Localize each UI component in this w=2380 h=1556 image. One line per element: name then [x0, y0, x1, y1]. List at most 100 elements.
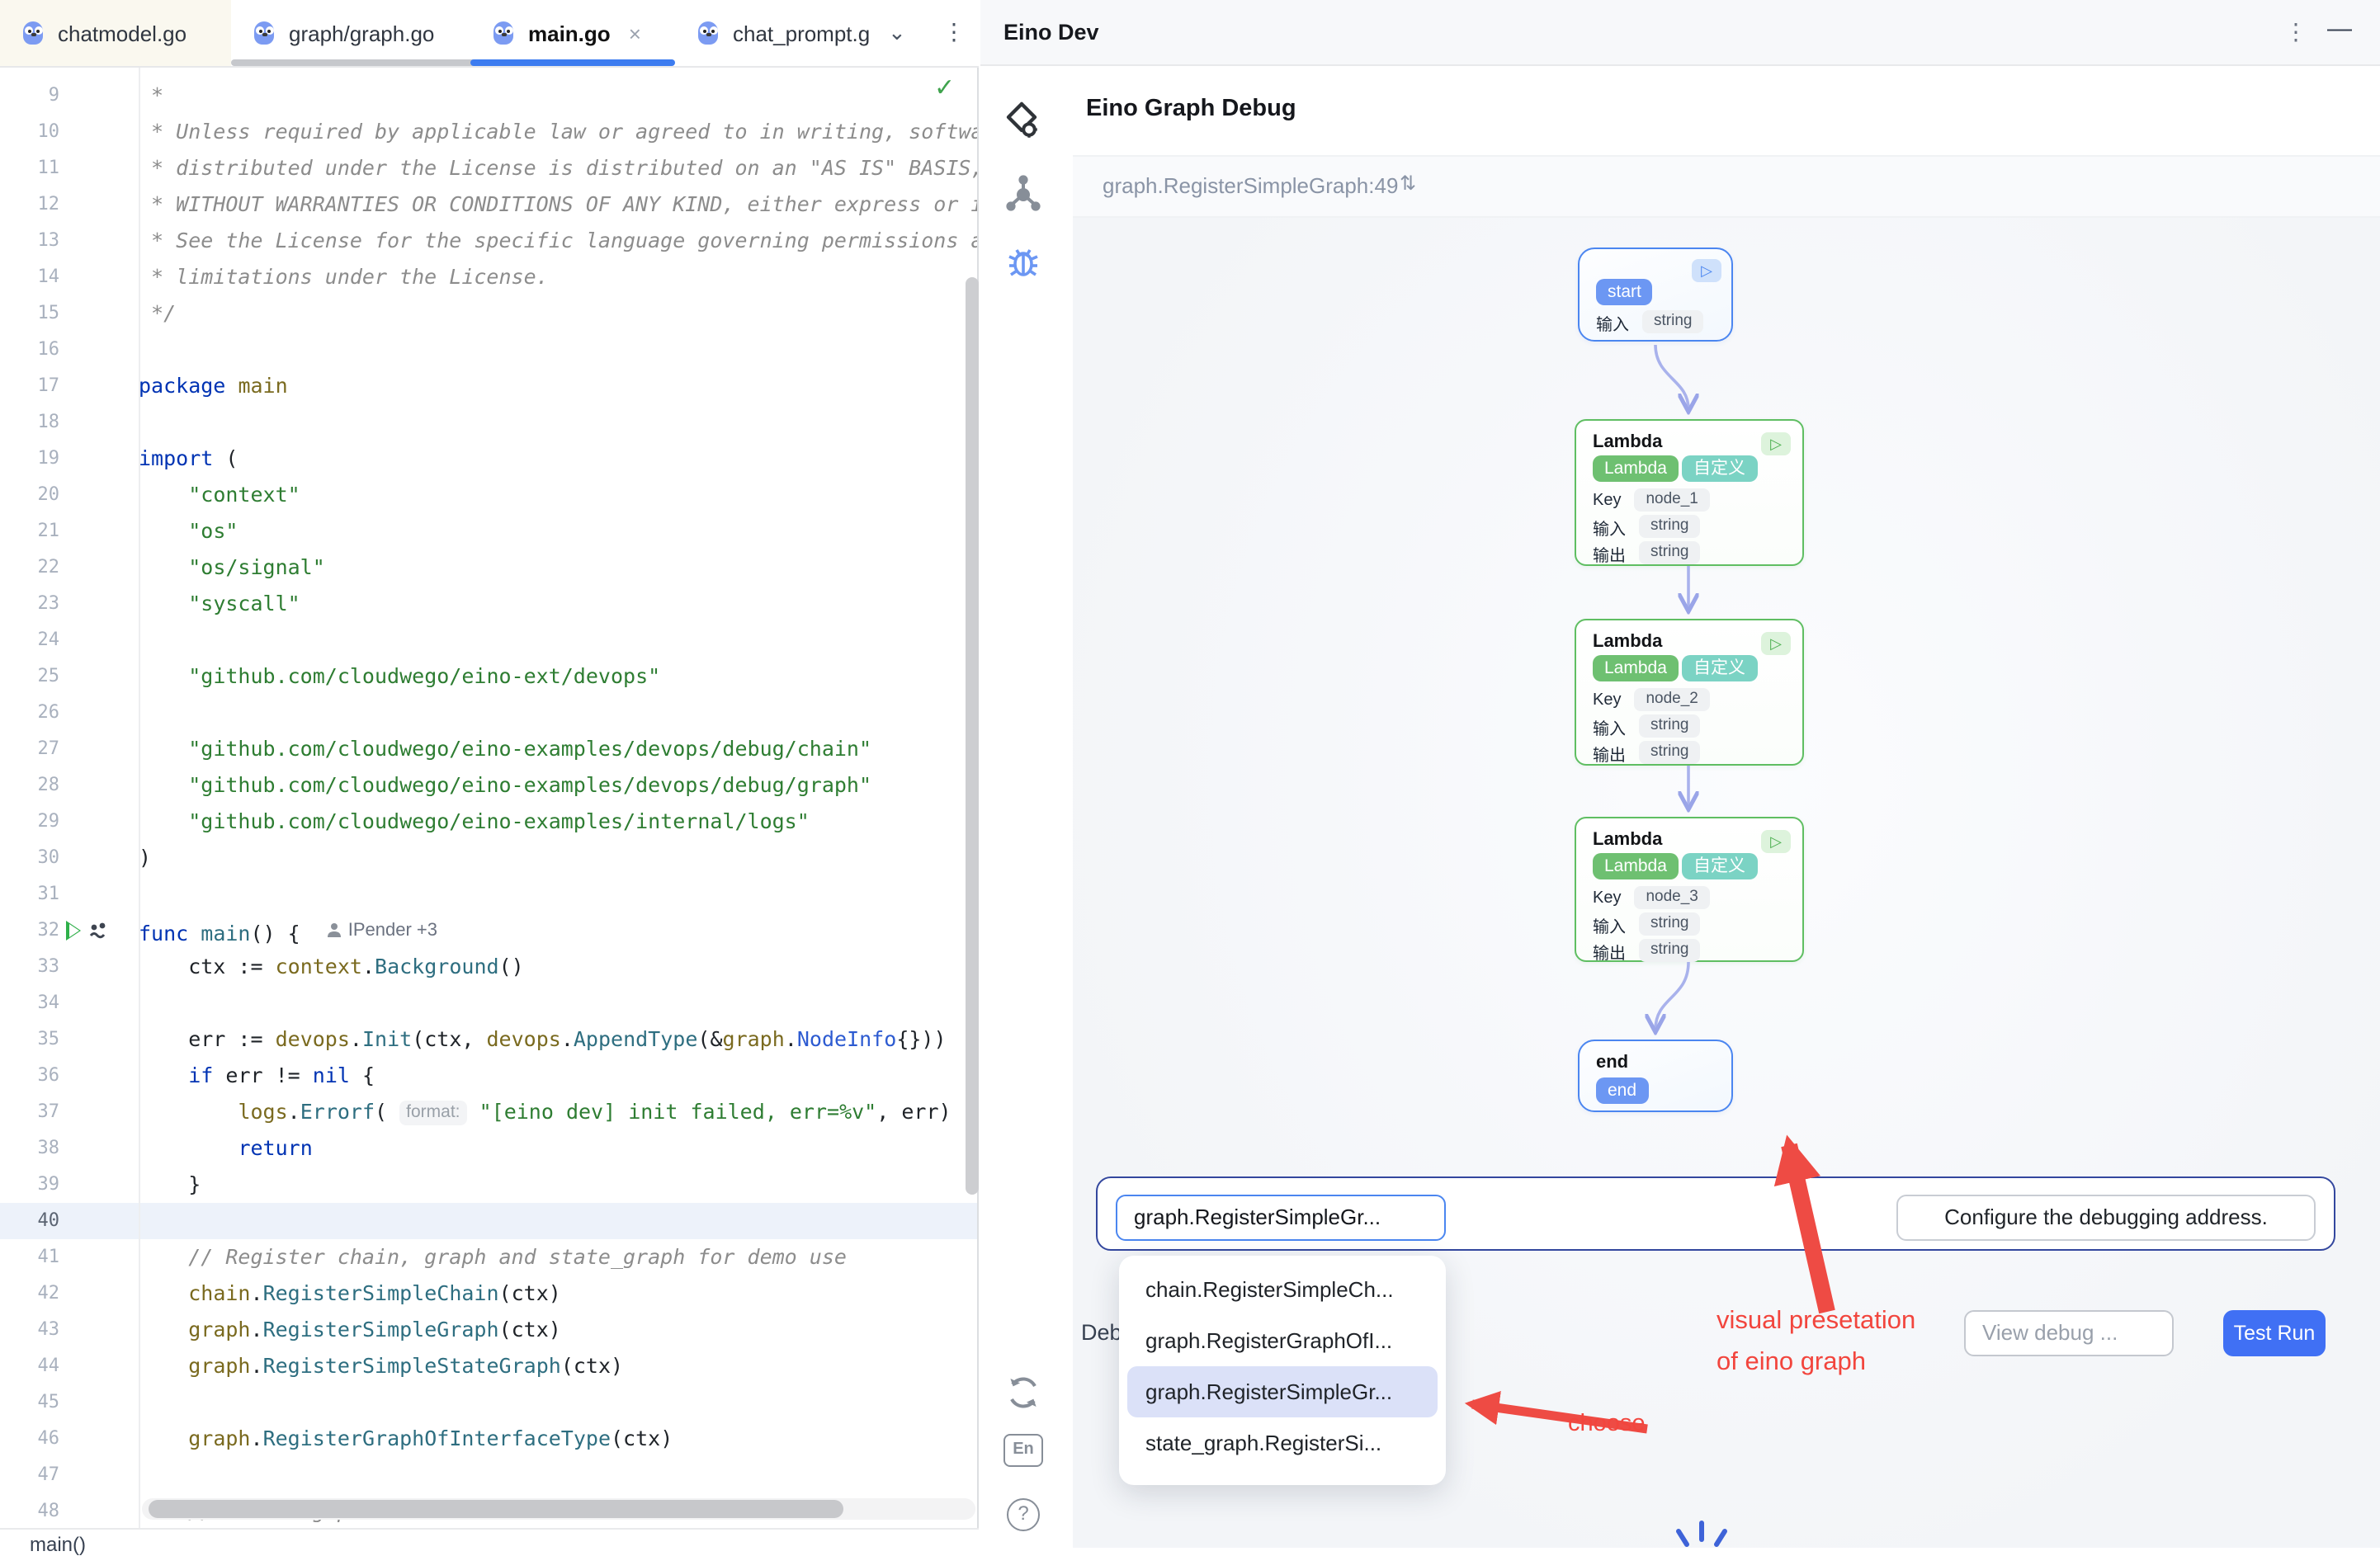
- inspections-ok-icon[interactable]: ✓: [934, 73, 955, 102]
- code-text: graph.RegisterGraphOfInterfaceType(ctx): [139, 1421, 979, 1457]
- code-line-45[interactable]: 45: [0, 1384, 979, 1421]
- start-badge: start: [1596, 279, 1653, 305]
- sort-icon[interactable]: ⇅: [1400, 172, 1416, 195]
- tab-chat-prompt-g[interactable]: chat_prompt.g: [675, 0, 885, 66]
- line-number: 18: [0, 404, 59, 441]
- code-text: return: [139, 1130, 979, 1167]
- breadcrumb[interactable]: main(): [30, 1533, 86, 1556]
- view-debug-select[interactable]: View debug ...: [1964, 1310, 2174, 1356]
- code-text: [139, 985, 979, 1021]
- code-line-36[interactable]: 36 if err != nil {: [0, 1058, 979, 1094]
- code-line-39[interactable]: 39 }: [0, 1167, 979, 1203]
- code-line-34[interactable]: 34: [0, 985, 979, 1021]
- play-icon[interactable]: ▷: [1761, 632, 1791, 655]
- code-line-47[interactable]: 47: [0, 1457, 979, 1493]
- dropdown-option-1[interactable]: graph.RegisterGraphOfI...: [1127, 1315, 1438, 1366]
- node-row-Key: Keynode_3: [1593, 886, 1710, 909]
- code-line-31[interactable]: 31: [0, 876, 979, 912]
- help-icon[interactable]: ?: [1007, 1498, 1040, 1531]
- code-line-16[interactable]: 16: [0, 332, 979, 368]
- code-line-23[interactable]: 23 "syscall": [0, 586, 979, 622]
- code-text: * WITHOUT WARRANTIES OR CONDITIONS OF AN…: [139, 186, 979, 223]
- panel-kebab-menu-icon[interactable]: ⋮: [2284, 18, 2307, 46]
- gutter-icons: [59, 985, 139, 1021]
- code-line-26[interactable]: 26: [0, 695, 979, 731]
- graph-node-node_1[interactable]: Lambda▷Lambda自定义Keynode_1输入string输出strin…: [1575, 419, 1804, 566]
- graph-select[interactable]: graph.RegisterSimpleGr...: [1116, 1195, 1446, 1241]
- code-line-33[interactable]: 33 ctx := context.Background(): [0, 949, 979, 985]
- panel-minimize-icon[interactable]: —: [2327, 15, 2352, 43]
- code-line-12[interactable]: 12 * WITHOUT WARRANTIES OR CONDITIONS OF…: [0, 186, 979, 223]
- code-line-15[interactable]: 15 */: [0, 295, 979, 332]
- code-line-22[interactable]: 22 "os/signal": [0, 549, 979, 586]
- node-row-输出: 输出string: [1593, 939, 1700, 962]
- graph-node-node_2[interactable]: Lambda▷Lambda自定义Keynode_2输入string输出strin…: [1575, 619, 1804, 766]
- configure-debug-address-button[interactable]: Configure the debugging address.: [1896, 1195, 2316, 1241]
- node-row-Key: Keynode_1: [1593, 488, 1710, 512]
- node-row-输出: 输出string: [1593, 541, 1700, 564]
- close-icon[interactable]: ×: [629, 21, 641, 45]
- code-line-19[interactable]: 19import (: [0, 441, 979, 477]
- graph-target-location[interactable]: graph.RegisterSimpleGraph:49: [1103, 173, 1398, 198]
- code-line-24[interactable]: 24: [0, 622, 979, 658]
- dropdown-option-3[interactable]: state_graph.RegisterSi...: [1127, 1417, 1438, 1469]
- code-line-11[interactable]: 11 * distributed under the License is di…: [0, 150, 979, 186]
- code-text: err := devops.Init(ctx, devops.AppendTyp…: [139, 1021, 979, 1058]
- code-text: // Register chain, graph and state_graph…: [139, 1239, 979, 1275]
- debug-icon[interactable]: [1000, 238, 1046, 284]
- graph-node-start[interactable]: ▷start输入string: [1578, 248, 1733, 342]
- tab-main-go[interactable]: main.go×: [470, 0, 675, 66]
- code-line-46[interactable]: 46 graph.RegisterGraphOfInterfaceType(ct…: [0, 1421, 979, 1457]
- code-line-10[interactable]: 10 * Unless required by applicable law o…: [0, 114, 979, 150]
- code-line-38[interactable]: 38 return: [0, 1130, 979, 1167]
- play-icon[interactable]: ▷: [1692, 259, 1721, 282]
- chevron-down-icon[interactable]: ⌄: [888, 20, 906, 46]
- eino-logo-icon[interactable]: [1000, 99, 1046, 145]
- code-line-13[interactable]: 13 * See the License for the specific la…: [0, 223, 979, 259]
- code-line-27[interactable]: 27 "github.com/cloudwego/eino-examples/d…: [0, 731, 979, 767]
- gutter-icons: [59, 912, 139, 949]
- code-line-25[interactable]: 25 "github.com/cloudwego/eino-ext/devops…: [0, 658, 979, 695]
- refresh-icon[interactable]: [1000, 1370, 1046, 1416]
- dropdown-option-2[interactable]: graph.RegisterSimpleGr...: [1127, 1366, 1438, 1417]
- run-main-icon[interactable]: [66, 921, 81, 941]
- code-editor[interactable]: 9 *10 * Unless required by applicable la…: [0, 66, 979, 1528]
- code-line-44[interactable]: 44 graph.RegisterSimpleStateGraph(ctx): [0, 1348, 979, 1384]
- code-line-14[interactable]: 14 * limitations under the License.: [0, 259, 979, 295]
- code-line-28[interactable]: 28 "github.com/cloudwego/eino-examples/d…: [0, 767, 979, 804]
- code-line-21[interactable]: 21 "os": [0, 513, 979, 549]
- code-line-17[interactable]: 17package main: [0, 368, 979, 404]
- graph-node-end[interactable]: endend: [1578, 1040, 1733, 1112]
- code-line-40[interactable]: 40: [0, 1203, 979, 1239]
- editor-horizontal-scrollbar[interactable]: [149, 1500, 843, 1518]
- play-icon[interactable]: ▷: [1761, 432, 1791, 455]
- code-vision-authors[interactable]: IPender +3: [327, 912, 437, 949]
- code-line-9[interactable]: 9 *: [0, 78, 979, 114]
- kebab-menu-icon[interactable]: ⋮: [942, 18, 966, 46]
- code-line-32[interactable]: 32func main() {IPender +3: [0, 912, 979, 949]
- orchestration-icon[interactable]: [1000, 172, 1046, 218]
- code-line-37[interactable]: 37 logs.Errorf( format: "[eino dev] init…: [0, 1094, 979, 1130]
- play-icon[interactable]: ▷: [1761, 830, 1791, 853]
- node-title: end: [1596, 1053, 1628, 1073]
- code-line-43[interactable]: 43 graph.RegisterSimpleGraph(ctx): [0, 1312, 979, 1348]
- test-run-button[interactable]: Test Run: [2223, 1310, 2326, 1356]
- code-line-30[interactable]: 30): [0, 840, 979, 876]
- code-line-18[interactable]: 18: [0, 404, 979, 441]
- code-text: * distributed under the License is distr…: [139, 150, 979, 186]
- tab-chatmodel-go[interactable]: chatmodel.go: [0, 0, 231, 66]
- code-line-35[interactable]: 35 err := devops.Init(ctx, devops.Append…: [0, 1021, 979, 1058]
- tab-graph-graph-go[interactable]: graph/graph.go: [231, 0, 470, 66]
- language-en-icon[interactable]: En: [1003, 1434, 1043, 1467]
- code-line-29[interactable]: 29 "github.com/cloudwego/eino-examples/i…: [0, 804, 979, 840]
- gutter-icons: [59, 1167, 139, 1203]
- code-line-41[interactable]: 41 // Register chain, graph and state_gr…: [0, 1239, 979, 1275]
- code-text: * Unless required by applicable law or a…: [139, 114, 979, 150]
- node-title: Lambda: [1593, 830, 1662, 850]
- code-line-20[interactable]: 20 "context": [0, 477, 979, 513]
- dropdown-option-0[interactable]: chain.RegisterSimpleCh...: [1127, 1264, 1438, 1315]
- editor-vertical-scrollbar[interactable]: [966, 277, 979, 1195]
- node-row-输出: 输出string: [1593, 741, 1700, 764]
- graph-node-node_3[interactable]: Lambda▷Lambda自定义Keynode_3输入string输出strin…: [1575, 817, 1804, 962]
- code-line-42[interactable]: 42 chain.RegisterSimpleChain(ctx): [0, 1275, 979, 1312]
